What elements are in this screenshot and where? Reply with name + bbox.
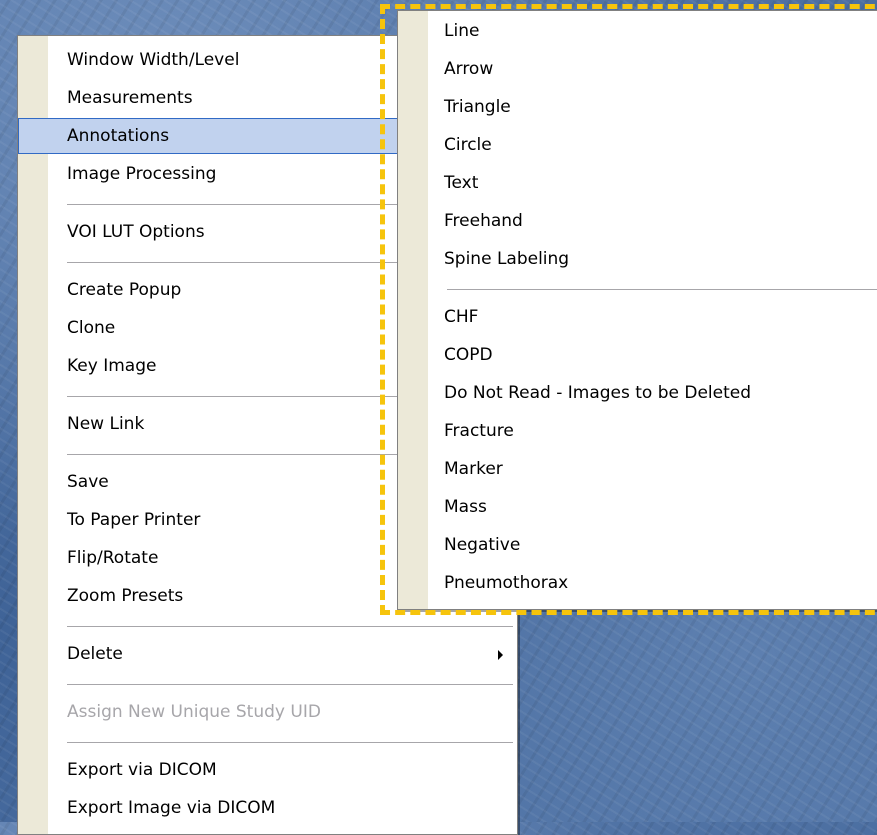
submenu-item-arrow[interactable]: Arrow (398, 51, 877, 87)
submenu-item-negative[interactable]: Negative (398, 527, 877, 563)
menu-item-label: To Paper Printer (67, 510, 201, 530)
menu-item-assign-new-unique-study-uid: Assign New Unique Study UID (18, 694, 517, 730)
submenu-item-triangle[interactable]: Triangle (398, 89, 877, 125)
submenu-item-circle[interactable]: Circle (398, 127, 877, 163)
submenu-item-label: Circle (444, 135, 492, 155)
menu-item-label: Key Image (67, 356, 157, 376)
submenu-item-marker[interactable]: Marker (398, 451, 877, 487)
submenu-item-label: Arrow (444, 59, 494, 79)
menu-item-export-image-via-dicom[interactable]: Export Image via DICOM (18, 790, 517, 826)
annotations-submenu: Line Arrow Triangle Circle Text Freehand… (397, 10, 877, 610)
submenu-item-label: Fracture (444, 421, 514, 441)
menu-separator (67, 626, 513, 628)
submenu-item-text[interactable]: Text (398, 165, 877, 201)
submenu-item-label: Freehand (444, 211, 523, 231)
submenu-item-label: Spine Labeling (444, 249, 570, 269)
menu-item-label: Flip/Rotate (67, 548, 159, 568)
chevron-right-icon (498, 650, 503, 660)
menu-item-label: New Link (67, 414, 145, 434)
menu-separator (67, 684, 513, 686)
submenu-item-freehand[interactable]: Freehand (398, 203, 877, 239)
submenu-item-line[interactable]: Line (398, 13, 877, 49)
submenu-item-mass[interactable]: Mass (398, 489, 877, 525)
submenu-item-spine-labeling[interactable]: Spine Labeling (398, 241, 877, 277)
submenu-item-label: Text (444, 173, 479, 193)
submenu-item-label: Mass (444, 497, 487, 517)
menu-item-label: Delete (67, 644, 123, 664)
menu-item-label: Zoom Presets (67, 586, 184, 606)
menu-item-label: Export via DICOM (67, 760, 217, 780)
menu-item-label: Window Width/Level (67, 50, 240, 70)
menu-item-label: Image Processing (67, 164, 217, 184)
submenu-separator (447, 289, 877, 291)
menu-item-label: VOI LUT Options (67, 222, 205, 242)
submenu-item-chf[interactable]: CHF (398, 299, 877, 335)
menu-item-label: Create Popup (67, 280, 182, 300)
menu-item-label: Measurements (67, 88, 193, 108)
submenu-item-label: Pneumothorax (444, 573, 569, 593)
menu-item-label: Assign New Unique Study UID (67, 702, 321, 722)
submenu-item-label: Marker (444, 459, 503, 479)
menu-item-label: Export Image via DICOM (67, 798, 276, 818)
submenu-item-label: Line (444, 21, 480, 41)
menu-separator (67, 742, 513, 744)
submenu-item-copd[interactable]: COPD (398, 337, 877, 373)
submenu-item-label: Triangle (444, 97, 511, 117)
menu-item-label: Annotations (67, 126, 170, 146)
submenu-item-label: COPD (444, 345, 493, 365)
menu-item-label: Clone (67, 318, 116, 338)
submenu-item-label: Do Not Read - Images to be Deleted (444, 383, 752, 403)
submenu-item-fracture[interactable]: Fracture (398, 413, 877, 449)
submenu-item-do-not-read[interactable]: Do Not Read - Images to be Deleted (398, 375, 877, 411)
menu-item-export-via-dicom[interactable]: Export via DICOM (18, 752, 517, 788)
submenu-item-label: CHF (444, 307, 479, 327)
submenu-item-label: Negative (444, 535, 521, 555)
menu-item-label: Save (67, 472, 109, 492)
menu-item-delete[interactable]: Delete (18, 636, 517, 672)
submenu-item-pneumothorax[interactable]: Pneumothorax (398, 565, 877, 601)
